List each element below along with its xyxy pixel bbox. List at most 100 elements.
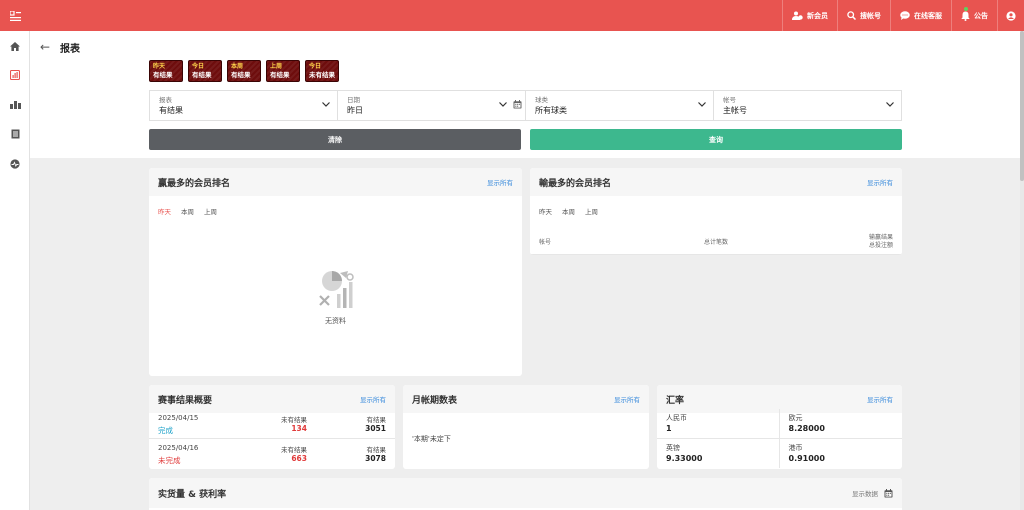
currency-name: 欧元 <box>788 414 803 422</box>
date-label: 日期 <box>347 96 360 104</box>
sidebar-item-home[interactable] <box>0 36 30 56</box>
document-icon <box>11 129 19 139</box>
currency-name: 港币 <box>788 444 803 452</box>
sidebar-item-stats[interactable] <box>0 94 30 114</box>
sidebar-item-dashboard[interactable] <box>0 154 30 174</box>
page-title: 报表 <box>60 44 80 55</box>
sport-label: 球类 <box>535 96 548 104</box>
no-data-icon <box>318 271 354 308</box>
back-arrow-icon[interactable]: ← <box>40 40 50 54</box>
unsettled-label: 未有结果 <box>281 446 307 454</box>
currency-name: 英镑 <box>666 444 680 452</box>
top-losers-tabs: 昨天 本周 上周 <box>530 206 607 216</box>
page-scrollbar-thumb[interactable] <box>1020 31 1024 181</box>
settled-count: 3051 <box>365 424 386 433</box>
tab-yesterday[interactable]: 昨天 <box>539 206 552 216</box>
unsettled-label: 未有结果 <box>281 416 307 424</box>
tab-last-week[interactable]: 上周 <box>204 206 217 216</box>
report-type-value: 有结果 <box>159 106 183 115</box>
new-member-label: 新会员 <box>807 11 828 20</box>
online-support-button[interactable]: 在线客服 <box>890 0 951 31</box>
table-row[interactable]: 2025/04/16 未完成 未有结果 663 有结果 3078 <box>149 439 395 469</box>
calendar-icon[interactable] <box>513 100 522 109</box>
announcement-label: 公告 <box>974 11 988 20</box>
top-winners-show-all-link[interactable]: 显示所有 <box>487 177 513 187</box>
show-data-link[interactable]: 显示数据 <box>852 488 878 498</box>
sidebar-item-report[interactable] <box>0 65 30 85</box>
quick-filter-yesterday[interactable]: 昨天 有结果 <box>149 60 183 82</box>
bell-icon <box>961 11 970 21</box>
menu-icon <box>9 10 21 21</box>
column-header-result-line2: 总投注额 <box>868 242 893 249</box>
account-value: 主帐号 <box>723 106 747 115</box>
table-row[interactable]: 2025/04/15 完成 未有结果 134 有结果 3051 <box>149 409 395 439</box>
rate-cell-cny: 人民币 1 <box>657 409 780 438</box>
monthly-period-show-all-link[interactable]: 显示所有 <box>614 394 640 404</box>
rate-cell-eur: 欧元 8.28000 <box>780 409 903 438</box>
search-account-label: 搜帐号 <box>860 11 881 20</box>
turnover-card: 实货量 & 获利率 显示数据 <box>149 478 902 510</box>
rate-cell-gbp: 英镑 9.33000 <box>657 439 780 468</box>
left-sidebar <box>0 31 30 510</box>
currency-rate: 0.91000 <box>788 454 825 463</box>
quick-filter-today[interactable]: 今日 有结果 <box>188 60 222 82</box>
exchange-rate-show-all-link[interactable]: 显示所有 <box>867 394 893 404</box>
chevron-down-icon <box>698 102 706 107</box>
clear-button[interactable]: 清除 <box>149 129 521 150</box>
monthly-period-message: '本期'未定下 <box>412 435 451 443</box>
new-member-button[interactable]: 新会员 <box>782 0 837 31</box>
quick-filter-last-week[interactable]: 上周 有结果 <box>266 60 300 82</box>
chart-bar-icon <box>9 100 21 109</box>
divider <box>530 254 902 255</box>
search-account-button[interactable]: 搜帐号 <box>837 0 890 31</box>
announcement-button[interactable]: 公告 <box>951 0 997 31</box>
calendar-icon[interactable] <box>884 488 893 498</box>
unsettled-count: 663 <box>291 454 307 463</box>
column-header-result: 输赢结果 总投注额 <box>869 234 893 250</box>
search-icon <box>847 11 856 20</box>
tab-yesterday[interactable]: 昨天 <box>158 206 171 216</box>
tab-last-week[interactable]: 上周 <box>585 206 598 216</box>
date-select[interactable]: 日期 昨日 <box>338 91 526 120</box>
report-type-label: 报表 <box>159 96 172 104</box>
currency-rate: 1 <box>666 424 672 433</box>
match-results-show-all-link[interactable]: 显示所有 <box>360 394 386 404</box>
monthly-period-card: 月帐期数表 显示所有 '本期'未定下 <box>403 385 649 469</box>
users-icon <box>792 11 803 20</box>
chevron-down-icon <box>499 102 507 107</box>
top-losers-header: 輸最多的会员排名 显示所有 <box>530 168 902 196</box>
notification-dot <box>964 7 968 11</box>
account-button[interactable] <box>997 0 1024 31</box>
empty-state: 无资料 <box>149 268 522 326</box>
currency-rate: 8.28000 <box>788 424 825 433</box>
sport-select[interactable]: 球类 所有球类 <box>526 91 714 120</box>
turnover-title: 实货量 & 获利率 <box>158 489 227 500</box>
sport-value: 所有球类 <box>535 106 567 115</box>
settled-count: 3078 <box>365 454 386 463</box>
report-type-select[interactable]: 报表 有结果 <box>150 91 338 120</box>
unsettled-count: 134 <box>291 424 307 433</box>
menu-button[interactable] <box>0 0 30 31</box>
chevron-down-icon <box>886 102 894 107</box>
report-header: ← 报表 昨天 有结果 今日 有结果 本周 有结果 上周 有结果 今日 未有结果… <box>30 31 1020 158</box>
chat-icon <box>900 11 910 20</box>
column-header-account: 帐号 <box>539 239 552 246</box>
home-icon <box>10 41 20 51</box>
tab-this-week[interactable]: 本周 <box>181 206 194 216</box>
report-icon <box>10 70 20 80</box>
account-select[interactable]: 帐号 主帐号 <box>714 91 901 120</box>
query-button[interactable]: 查询 <box>530 129 902 150</box>
date-value: 昨日 <box>347 106 363 115</box>
quick-filter-today-unsettled[interactable]: 今日 未有结果 <box>305 60 339 82</box>
top-losers-show-all-link[interactable]: 显示所有 <box>867 177 893 187</box>
turnover-actions: 显示数据 <box>852 488 893 498</box>
top-winners-card: 赢最多的会员排名 显示所有 昨天 本周 上周 无资料 <box>149 168 522 376</box>
currency-rate: 9.33000 <box>666 454 703 463</box>
sidebar-item-documents[interactable] <box>0 124 30 144</box>
turnover-header: 实货量 & 获利率 显示数据 <box>149 478 902 508</box>
result-status: 完成 <box>158 426 173 435</box>
quick-filter-this-week[interactable]: 本周 有结果 <box>227 60 261 82</box>
tab-this-week[interactable]: 本周 <box>562 206 575 216</box>
column-header-total-count: 总计笔数 <box>704 239 729 246</box>
monthly-period-header: 月帐期数表 显示所有 <box>403 385 649 413</box>
